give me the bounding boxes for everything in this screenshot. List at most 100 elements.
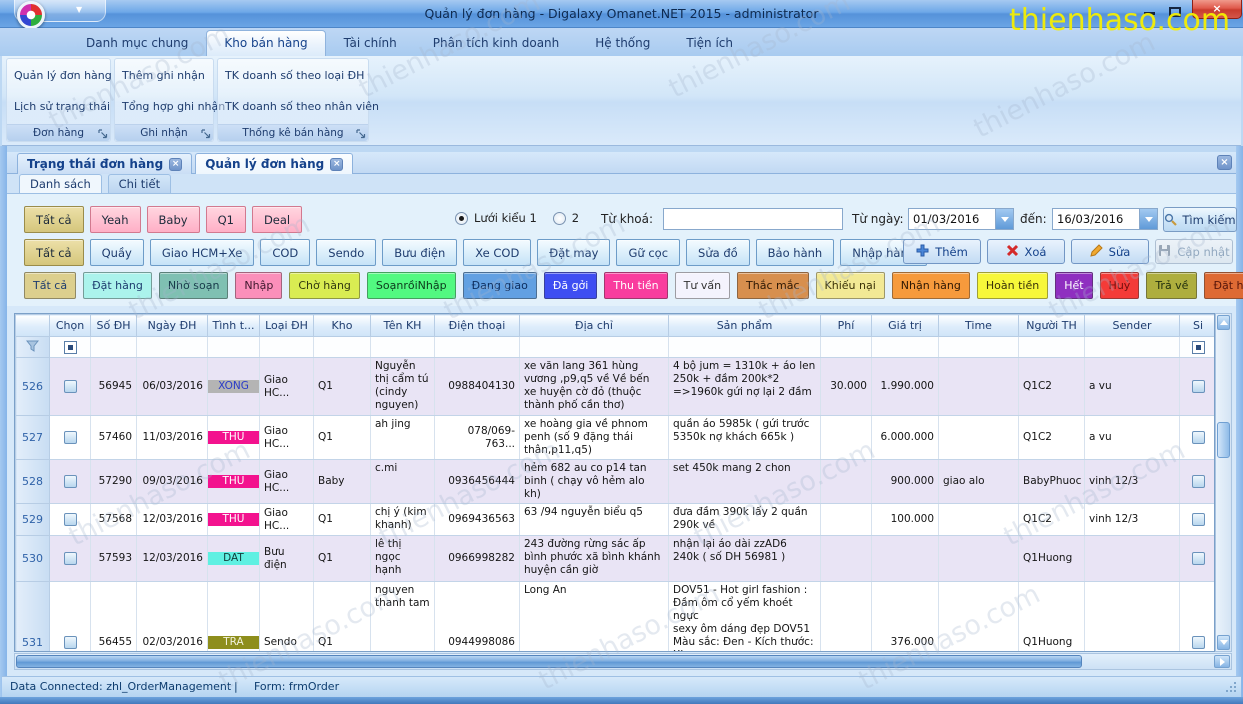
status-filter-button-0[interactable]: Tất cả bbox=[24, 272, 76, 299]
row-si-checkbox[interactable] bbox=[1192, 636, 1205, 649]
cell-status[interactable]: THU bbox=[208, 460, 260, 504]
ribbon-tab-4[interactable]: Hệ thống bbox=[577, 30, 668, 56]
cell-phi[interactable]: 30.000 bbox=[821, 358, 872, 416]
ribbon-item-quan-ly-don-hang[interactable]: Quản lý đơn hàng bbox=[7, 69, 110, 83]
cell-sender[interactable] bbox=[1085, 582, 1180, 653]
horizontal-scrollbar[interactable] bbox=[14, 653, 1232, 670]
brand-filter-button-3[interactable]: Q1 bbox=[206, 206, 246, 233]
type-filter-button-2[interactable]: Giao HCM+Xe bbox=[150, 239, 255, 266]
filter-cell-san_pham[interactable] bbox=[669, 337, 821, 358]
group-launcher-icon[interactable] bbox=[356, 129, 366, 139]
column-header-dien_thoai[interactable]: Điện thoại bbox=[435, 315, 520, 337]
search-button[interactable]: Tìm kiếm bbox=[1163, 207, 1237, 232]
status-filter-button-13[interactable]: Hoàn tiền bbox=[977, 272, 1048, 299]
cell-loai_dh[interactable]: Bưu điện bbox=[260, 536, 314, 582]
cell-nguoi_th[interactable]: Q1Huong bbox=[1019, 582, 1085, 653]
cell-loai_dh[interactable]: Giao HC... bbox=[260, 358, 314, 416]
resize-grip[interactable] bbox=[1226, 682, 1238, 694]
cell-nguoi_th[interactable]: Q1C2 bbox=[1019, 358, 1085, 416]
quick-access-dropdown-icon[interactable]: ▼ bbox=[76, 5, 82, 14]
vertical-scroll-thumb[interactable] bbox=[1217, 422, 1230, 458]
brand-filter-button-2[interactable]: Baby bbox=[147, 206, 200, 233]
row-indicator[interactable]: 530 bbox=[16, 536, 50, 582]
cell-time[interactable]: giao alo bbox=[939, 460, 1019, 504]
column-header-so_dh[interactable]: Số ĐH bbox=[91, 315, 137, 337]
cell-nguoi_th[interactable]: Q1Huong bbox=[1019, 536, 1085, 582]
status-filter-button-6[interactable]: Đang giao bbox=[463, 272, 537, 299]
cell-ngay_dh[interactable]: 09/03/2016 bbox=[137, 460, 208, 504]
status-filter-button-1[interactable]: Đặt hàng bbox=[83, 272, 152, 299]
type-filter-button-1[interactable]: Quầy bbox=[90, 239, 144, 266]
status-filter-button-15[interactable]: Huỷ bbox=[1100, 272, 1140, 299]
type-filter-button-5[interactable]: Bưu điện bbox=[382, 239, 457, 266]
column-header-si[interactable]: Si bbox=[1180, 315, 1216, 337]
type-filter-button-0[interactable]: Tất cả bbox=[24, 239, 84, 266]
cell-ngay_dh[interactable]: 06/03/2016 bbox=[137, 358, 208, 416]
cell-nguoi_th[interactable]: BabyPhuoc bbox=[1019, 460, 1085, 504]
type-filter-button-10[interactable]: Bảo hành bbox=[756, 239, 835, 266]
ribbon-item-tk-loai-dh[interactable]: TK doanh số theo loại ĐH bbox=[218, 69, 368, 83]
filter-cell-si[interactable] bbox=[1180, 337, 1216, 358]
brand-filter-button-0[interactable]: Tất cả bbox=[24, 206, 84, 233]
brand-filter-button-4[interactable]: Deal bbox=[252, 206, 302, 233]
app-logo-icon[interactable] bbox=[17, 1, 45, 29]
cell-si[interactable] bbox=[1180, 358, 1216, 416]
status-filter-button-11[interactable]: Khiếu nại bbox=[816, 272, 885, 299]
date-to-picker[interactable]: 16/03/2016 bbox=[1052, 208, 1158, 230]
ribbon-item-lich-su-trang-thai[interactable]: Lịch sử trạng thái bbox=[7, 100, 110, 114]
cell-kho[interactable]: Q1 bbox=[314, 416, 371, 460]
filter-cell-dien_thoai[interactable] bbox=[435, 337, 520, 358]
ribbon-item-them-ghi-nhan[interactable]: Thêm ghi nhận bbox=[115, 69, 213, 83]
cell-san_pham[interactable]: nhận lại áo dài zzAD6 240k ( số DH 56981… bbox=[669, 536, 821, 582]
brand-filter-button-1[interactable]: Yeah bbox=[90, 206, 141, 233]
cell-dien_thoai[interactable]: 078/069-763... bbox=[435, 416, 520, 460]
cell-gia_tri[interactable]: 6.000.000 bbox=[872, 416, 939, 460]
group-launcher-icon[interactable] bbox=[98, 129, 108, 139]
scroll-down-icon[interactable] bbox=[1217, 635, 1230, 650]
date-from-picker[interactable]: 01/03/2016 bbox=[908, 208, 1014, 230]
tab-danh-sach[interactable]: Danh sách bbox=[19, 174, 102, 193]
cell-phi[interactable] bbox=[821, 416, 872, 460]
cell-ten_kh[interactable]: Nguyễn thị cẩm tú (cindy nguyen) bbox=[371, 358, 435, 416]
status-filter-button-14[interactable]: Hết bbox=[1055, 272, 1092, 299]
filter-cell-dia_chi[interactable] bbox=[520, 337, 669, 358]
tab-quan-ly-don-hang[interactable]: Quản lý đơn hàng × bbox=[195, 153, 353, 174]
filter-cell-so_dh[interactable] bbox=[91, 337, 137, 358]
cell-kho[interactable]: Baby bbox=[314, 460, 371, 504]
cell-nguoi_th[interactable]: Q1C2 bbox=[1019, 504, 1085, 536]
cell-dia_chi[interactable]: xe văn lang 361 hùng vương ,p9,q5 về Về … bbox=[520, 358, 669, 416]
row-select-checkbox[interactable] bbox=[64, 475, 77, 488]
cell-time[interactable] bbox=[939, 504, 1019, 536]
row-select-checkbox[interactable] bbox=[64, 380, 77, 393]
action-button-3[interactable]: Cập nhật bbox=[1155, 239, 1233, 264]
action-button-0[interactable]: Thêm bbox=[903, 239, 981, 264]
chevron-down-icon[interactable] bbox=[1139, 209, 1157, 229]
tab-close-icon[interactable]: × bbox=[330, 158, 343, 171]
ribbon-item-tk-nhan-vien[interactable]: TK doanh số theo nhân viên bbox=[218, 100, 368, 114]
row-select-checkbox[interactable] bbox=[64, 636, 77, 649]
cell-ten_kh[interactable]: chị ý (kim khanh) bbox=[371, 504, 435, 536]
cell-ten_kh[interactable]: lê thị ngọc hạnh bbox=[371, 536, 435, 582]
minimize-button[interactable] bbox=[1144, 12, 1155, 15]
cell-loai_dh[interactable]: Giao HC... bbox=[260, 460, 314, 504]
cell-dien_thoai[interactable]: 0966998282 bbox=[435, 536, 520, 582]
vertical-scrollbar[interactable] bbox=[1215, 313, 1232, 652]
cell-chon[interactable] bbox=[50, 536, 91, 582]
cell-si[interactable] bbox=[1180, 582, 1216, 653]
type-filter-button-4[interactable]: Sendo bbox=[316, 239, 376, 266]
action-button-2[interactable]: Sửa bbox=[1071, 239, 1149, 264]
column-header-loai_dh[interactable]: Loại ĐH bbox=[260, 315, 314, 337]
cell-dien_thoai[interactable]: 0969436563 bbox=[435, 504, 520, 536]
cell-so_dh[interactable]: 57593 bbox=[91, 536, 137, 582]
status-filter-button-16[interactable]: Trả về bbox=[1146, 272, 1197, 299]
row-indicator[interactable]: 527 bbox=[16, 416, 50, 460]
tabstrip-close-button[interactable]: × bbox=[1217, 155, 1232, 170]
cell-si[interactable] bbox=[1180, 536, 1216, 582]
cell-ngay_dh[interactable]: 12/03/2016 bbox=[137, 536, 208, 582]
row-si-checkbox[interactable] bbox=[1192, 431, 1205, 444]
cell-chon[interactable] bbox=[50, 358, 91, 416]
cell-loai_dh[interactable]: Sendo bbox=[260, 582, 314, 653]
cell-so_dh[interactable]: 57290 bbox=[91, 460, 137, 504]
filter-checkbox[interactable] bbox=[64, 341, 77, 354]
chevron-down-icon[interactable] bbox=[995, 209, 1013, 229]
